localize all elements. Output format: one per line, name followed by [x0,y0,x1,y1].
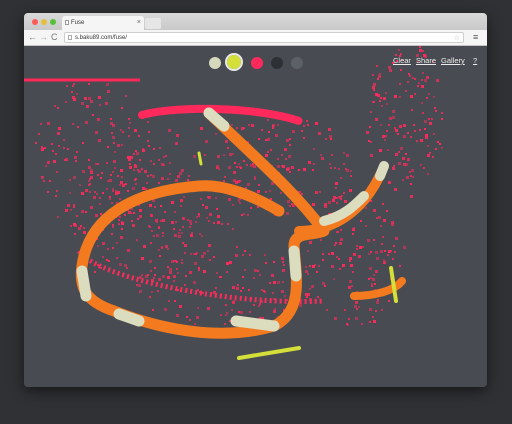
url-text: s.baku89.com/fuse/ [75,35,128,41]
page-icon [65,20,69,25]
clear-link[interactable]: Clear [393,56,411,65]
drawing-app: Clear Share Gallery ? [24,46,487,387]
bookmark-star-icon[interactable]: ☆ [454,33,460,44]
yellow-stroke [197,151,203,166]
palette-cream-swatch[interactable] [209,57,221,69]
tab-title: Fuse [71,20,85,26]
drawn-strokes [24,78,406,360]
minimize-window-button[interactable] [41,19,47,25]
tab-fuse[interactable]: Fuse × [62,16,144,30]
cream-segment [288,245,302,282]
forward-arrow-icon[interactable]: → [39,31,48,44]
cream-segment [76,265,92,302]
share-link[interactable]: Share [416,56,436,65]
menu-icon[interactable]: ≡ [473,31,478,44]
back-arrow-icon[interactable]: ← [28,31,37,44]
page-icon [68,35,72,40]
cream-segment [230,315,280,332]
reload-icon[interactable]: C [51,31,58,44]
close-window-button[interactable] [32,19,38,25]
yellow-stroke [389,266,398,303]
browser-toolbar: ← → C s.baku89.com/fuse/ ☆ ≡ [24,30,487,46]
tab-strip: Fuse × [24,13,487,30]
gallery-link[interactable]: Gallery [441,56,465,65]
cream-segment [319,191,369,226]
cream-segment [113,308,145,327]
new-tab-button[interactable] [145,18,161,29]
browser-window: Fuse × ← → C s.baku89.com/fuse/ ☆ ≡ Clea… [24,13,487,387]
tab-close-icon[interactable]: × [137,16,141,30]
selected-color-ring [225,53,243,71]
pink-pixel-texture [35,46,443,326]
maximize-window-button[interactable] [50,19,56,25]
pink-stroke [76,249,325,305]
palette-gray-swatch[interactable] [291,57,303,69]
address-bar[interactable]: s.baku89.com/fuse/ ☆ [64,32,464,43]
yellow-stroke [237,346,301,360]
palette-dark-swatch[interactable] [271,57,283,69]
cream-segment [203,107,230,132]
drawing-canvas[interactable] [24,46,487,387]
palette-pink-swatch[interactable] [251,57,263,69]
cream-segment [375,161,389,181]
help-link[interactable]: ? [473,56,477,65]
